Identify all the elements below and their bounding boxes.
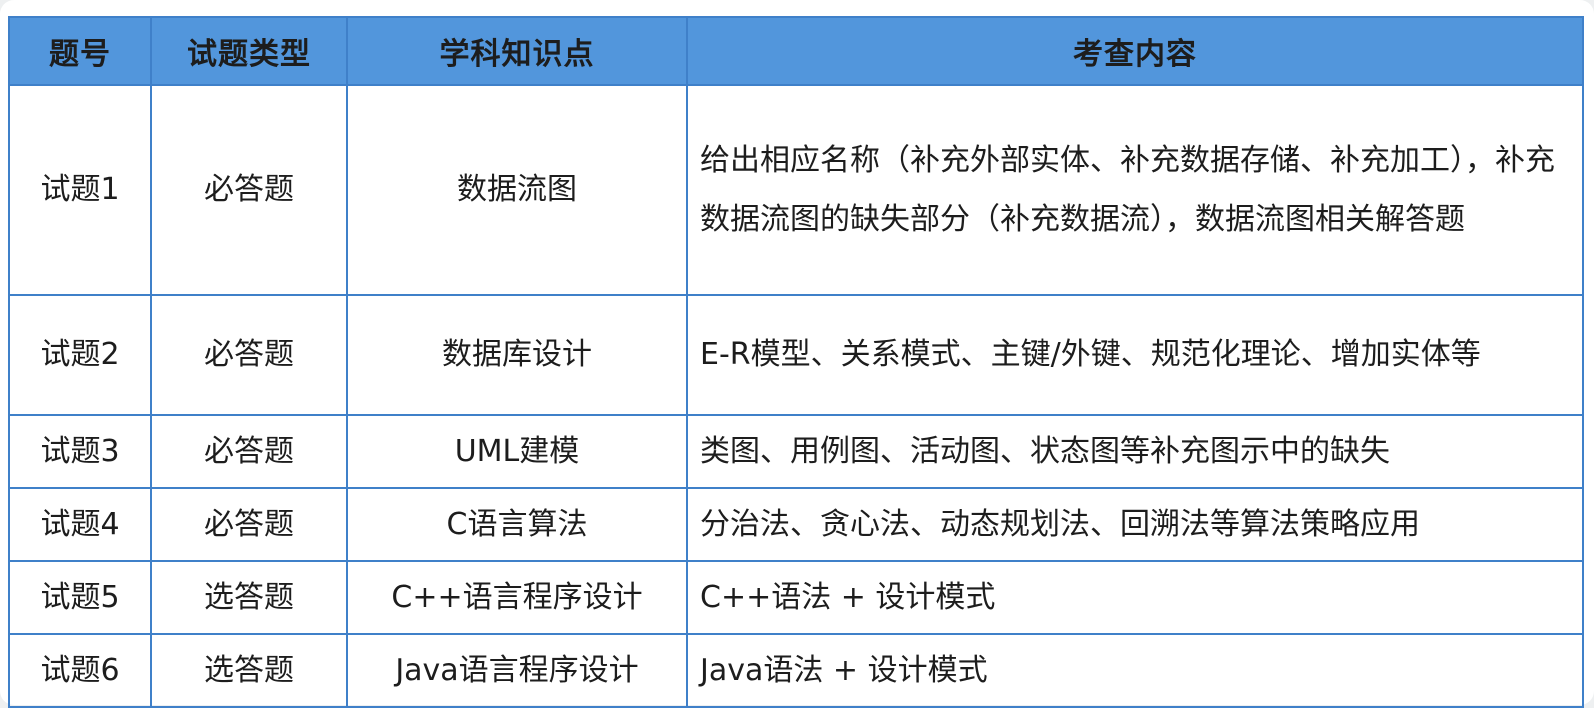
table-row: 试题6 选答题 Java语言程序设计 Java语法 + 设计模式 — [8, 633, 1584, 708]
table-header-row: 题号 试题类型 学科知识点 考查内容 — [8, 16, 1584, 86]
cell-content: Java语法 + 设计模式 — [686, 633, 1584, 708]
cell-number: 试题6 — [8, 633, 152, 708]
cell-knowledge: 数据流图 — [346, 84, 688, 296]
header-number: 题号 — [8, 16, 152, 86]
table-row: 试题5 选答题 C++语言程序设计 C++语法 + 设计模式 — [8, 560, 1584, 635]
cell-type: 必答题 — [150, 487, 348, 562]
cell-knowledge: Java语言程序设计 — [346, 633, 688, 708]
exam-table-card: 题号 试题类型 学科知识点 考查内容 试题1 必答题 数据流图 给出相应名称（补… — [0, 0, 1594, 708]
cell-knowledge: UML建模 — [346, 414, 688, 489]
cell-type: 必答题 — [150, 414, 348, 489]
cell-type: 选答题 — [150, 560, 348, 635]
table-row: 试题1 必答题 数据流图 给出相应名称（补充外部实体、补充数据存储、补充加工），… — [8, 84, 1584, 296]
header-content: 考查内容 — [686, 16, 1584, 86]
table-row: 试题4 必答题 C语言算法 分治法、贪心法、动态规划法、回溯法等算法策略应用 — [8, 487, 1584, 562]
cell-type: 必答题 — [150, 84, 348, 296]
exam-structure-table: 题号 试题类型 学科知识点 考查内容 试题1 必答题 数据流图 给出相应名称（补… — [8, 16, 1584, 708]
cell-knowledge: C++语言程序设计 — [346, 560, 688, 635]
cell-content: E-R模型、关系模式、主键/外键、规范化理论、增加实体等 — [686, 294, 1584, 416]
table-row: 试题2 必答题 数据库设计 E-R模型、关系模式、主键/外键、规范化理论、增加实… — [8, 294, 1584, 416]
cell-type: 必答题 — [150, 294, 348, 416]
cell-content: C++语法 + 设计模式 — [686, 560, 1584, 635]
cell-knowledge: C语言算法 — [346, 487, 688, 562]
cell-number: 试题5 — [8, 560, 152, 635]
cell-number: 试题4 — [8, 487, 152, 562]
header-type: 试题类型 — [150, 16, 348, 86]
cell-number: 试题2 — [8, 294, 152, 416]
cell-content: 分治法、贪心法、动态规划法、回溯法等算法策略应用 — [686, 487, 1584, 562]
cell-number: 试题3 — [8, 414, 152, 489]
header-knowledge: 学科知识点 — [346, 16, 688, 86]
cell-knowledge: 数据库设计 — [346, 294, 688, 416]
table-row: 试题3 必答题 UML建模 类图、用例图、活动图、状态图等补充图示中的缺失 — [8, 414, 1584, 489]
cell-content: 给出相应名称（补充外部实体、补充数据存储、补充加工），补充数据流图的缺失部分（补… — [686, 84, 1584, 296]
cell-content: 类图、用例图、活动图、状态图等补充图示中的缺失 — [686, 414, 1584, 489]
cell-number: 试题1 — [8, 84, 152, 296]
cell-type: 选答题 — [150, 633, 348, 708]
